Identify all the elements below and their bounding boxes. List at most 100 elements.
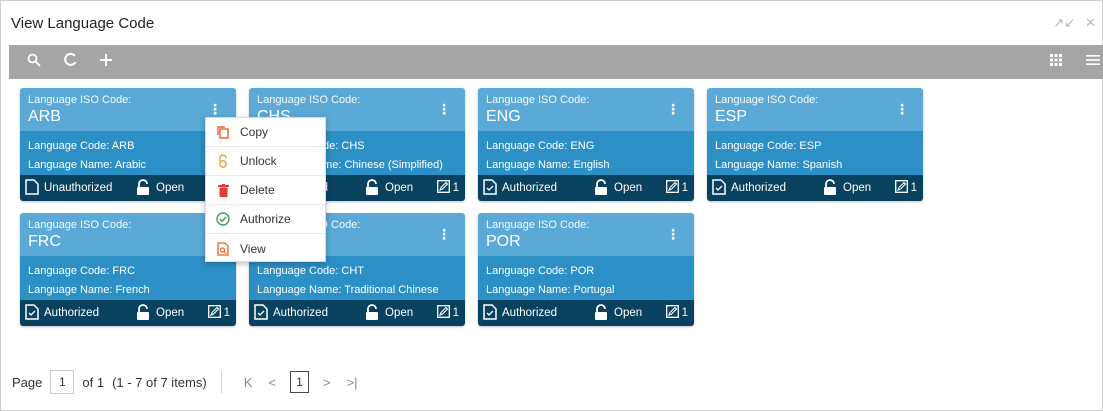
- title-bar: View Language Code ↗↙ ✕: [1, 1, 1102, 45]
- authorized-document-icon: [25, 303, 39, 323]
- card-body: Language Code: POR Language Name: Portug…: [478, 256, 694, 300]
- status-label: Unauthorized: [44, 182, 113, 194]
- edit-icon: [207, 305, 221, 321]
- context-menu: Copy Unlock Delete Authorize View: [205, 117, 326, 262]
- menu-item-unlock[interactable]: Unlock: [206, 147, 325, 176]
- edit-count: 1: [452, 307, 459, 319]
- lock-open-icon: [135, 303, 151, 323]
- modification-count: 1: [207, 305, 230, 321]
- card-header: Language ISO Code: ARB ⋮: [20, 88, 236, 131]
- grid-view-icon[interactable]: [1050, 53, 1062, 71]
- language-code: Language Code: CHT: [257, 265, 365, 277]
- pagination: Page 1 of 1 (1 - 7 of 7 items) K < 1 > >…: [12, 369, 366, 395]
- iso-code-value: ARB: [28, 108, 61, 125]
- menu-item-view[interactable]: View: [206, 234, 325, 263]
- status-label: Authorized: [44, 307, 99, 319]
- window: View Language Code ↗↙ ✕ Language ISO Cod…: [0, 0, 1103, 411]
- lock-label: Open: [385, 182, 414, 194]
- language-name: Language Name: English: [486, 159, 610, 171]
- first-page-icon[interactable]: K: [244, 375, 253, 390]
- unlock-icon: [216, 154, 230, 168]
- current-page-button[interactable]: 1: [289, 371, 309, 393]
- edit-count: 1: [452, 182, 459, 194]
- card-body: Language Code: ARB Language Name: Arabic: [20, 131, 236, 175]
- close-icon[interactable]: ✕: [1085, 15, 1096, 31]
- document-icon: [25, 178, 39, 198]
- language-code: Language Code: FRC: [28, 265, 136, 277]
- card-header: Language ISO Code: POR ⋮: [478, 213, 694, 256]
- menu-item-label: Unlock: [240, 154, 277, 168]
- more-options-icon[interactable]: ⋮: [666, 102, 680, 116]
- modification-count: 1: [665, 180, 688, 196]
- page-of-label: of 1: [82, 374, 105, 390]
- lock-status: Open: [364, 178, 414, 198]
- more-options-icon[interactable]: ⋮: [437, 102, 451, 116]
- menu-item-delete[interactable]: Delete: [206, 176, 325, 205]
- authorize-icon: [216, 212, 230, 226]
- lock-status: Open: [593, 178, 642, 198]
- menu-item-label: View: [240, 241, 266, 256]
- card-footer: Authorized Open 1: [20, 300, 236, 326]
- modification-count: 1: [436, 180, 459, 196]
- edit-icon: [665, 180, 679, 196]
- card-footer: Authorized Open 1: [707, 175, 923, 201]
- edit-icon: [436, 180, 450, 196]
- menu-item-authorize[interactable]: Authorize: [206, 205, 325, 234]
- iso-code-label: Language ISO Code:: [486, 219, 590, 231]
- delete-icon: [216, 183, 230, 197]
- card-header: Language ISO Code: ENG ⋮: [478, 88, 694, 131]
- lock-status: Open: [135, 178, 184, 198]
- record-status: Authorized: [25, 303, 135, 323]
- lock-label: Open: [614, 307, 643, 319]
- collapse-icon[interactable]: ↗↙: [1053, 15, 1075, 31]
- last-page-icon[interactable]: >|: [347, 375, 358, 390]
- page-range: (1 - 7 of 7 items): [112, 374, 207, 390]
- lock-status: Open: [822, 178, 871, 198]
- language-card[interactable]: Language ISO Code: FRC ⋮ Language Code: …: [20, 213, 236, 326]
- record-status: Authorized: [712, 178, 822, 198]
- language-code: Language Code: ENG: [486, 140, 595, 152]
- modification-count: 1: [894, 180, 917, 196]
- search-icon[interactable]: [23, 52, 45, 72]
- lock-open-icon: [364, 303, 380, 323]
- language-name: Language Name: Traditional Chinese: [257, 284, 439, 296]
- edit-icon: [665, 305, 679, 321]
- iso-code-value: FRC: [28, 233, 61, 250]
- list-view-icon[interactable]: [1086, 53, 1100, 71]
- edit-icon: [894, 180, 908, 196]
- more-options-icon[interactable]: ⋮: [666, 227, 680, 241]
- lock-label: Open: [156, 307, 185, 319]
- card-header: Language ISO Code: ESP ⋮: [707, 88, 923, 131]
- edit-count: 1: [681, 182, 688, 194]
- language-card[interactable]: Language ISO Code: ENG ⋮ Language Code: …: [478, 88, 694, 201]
- menu-item-copy[interactable]: Copy: [206, 118, 325, 147]
- record-status: Unauthorized: [25, 178, 135, 198]
- record-status: Authorized: [483, 178, 593, 198]
- record-status: Authorized: [254, 303, 364, 323]
- page-input[interactable]: 1: [50, 370, 75, 394]
- prev-page-icon[interactable]: <: [268, 375, 276, 390]
- more-options-icon[interactable]: ⋮: [208, 102, 222, 116]
- copy-icon: [216, 125, 230, 139]
- card-footer: Authorized Open 1: [478, 175, 694, 201]
- refresh-icon[interactable]: [59, 52, 81, 72]
- more-options-icon[interactable]: ⋮: [437, 227, 451, 241]
- iso-code-value: ENG: [486, 108, 521, 125]
- language-name: Language Name: Portugal: [486, 284, 615, 296]
- card-footer: Authorized Open 1: [249, 300, 465, 326]
- language-card[interactable]: Language ISO Code: ARB ⋮ Language Code: …: [20, 88, 236, 201]
- language-card[interactable]: Language ISO Code: ESP ⋮ Language Code: …: [707, 88, 923, 201]
- status-label: Authorized: [731, 182, 786, 194]
- menu-item-label: Authorize: [240, 212, 291, 226]
- menu-item-label: Delete: [240, 183, 275, 197]
- more-options-icon[interactable]: ⋮: [895, 102, 909, 116]
- add-icon[interactable]: [95, 52, 117, 72]
- card-footer: Unauthorized Open 1: [20, 175, 236, 201]
- view-icon: [216, 241, 230, 256]
- language-card[interactable]: Language ISO Code: POR ⋮ Language Code: …: [478, 213, 694, 326]
- edit-count: 1: [910, 182, 917, 194]
- next-page-icon[interactable]: >: [323, 375, 331, 390]
- lock-open-icon: [364, 178, 380, 198]
- status-label: Authorized: [502, 307, 557, 319]
- authorized-document-icon: [254, 303, 268, 323]
